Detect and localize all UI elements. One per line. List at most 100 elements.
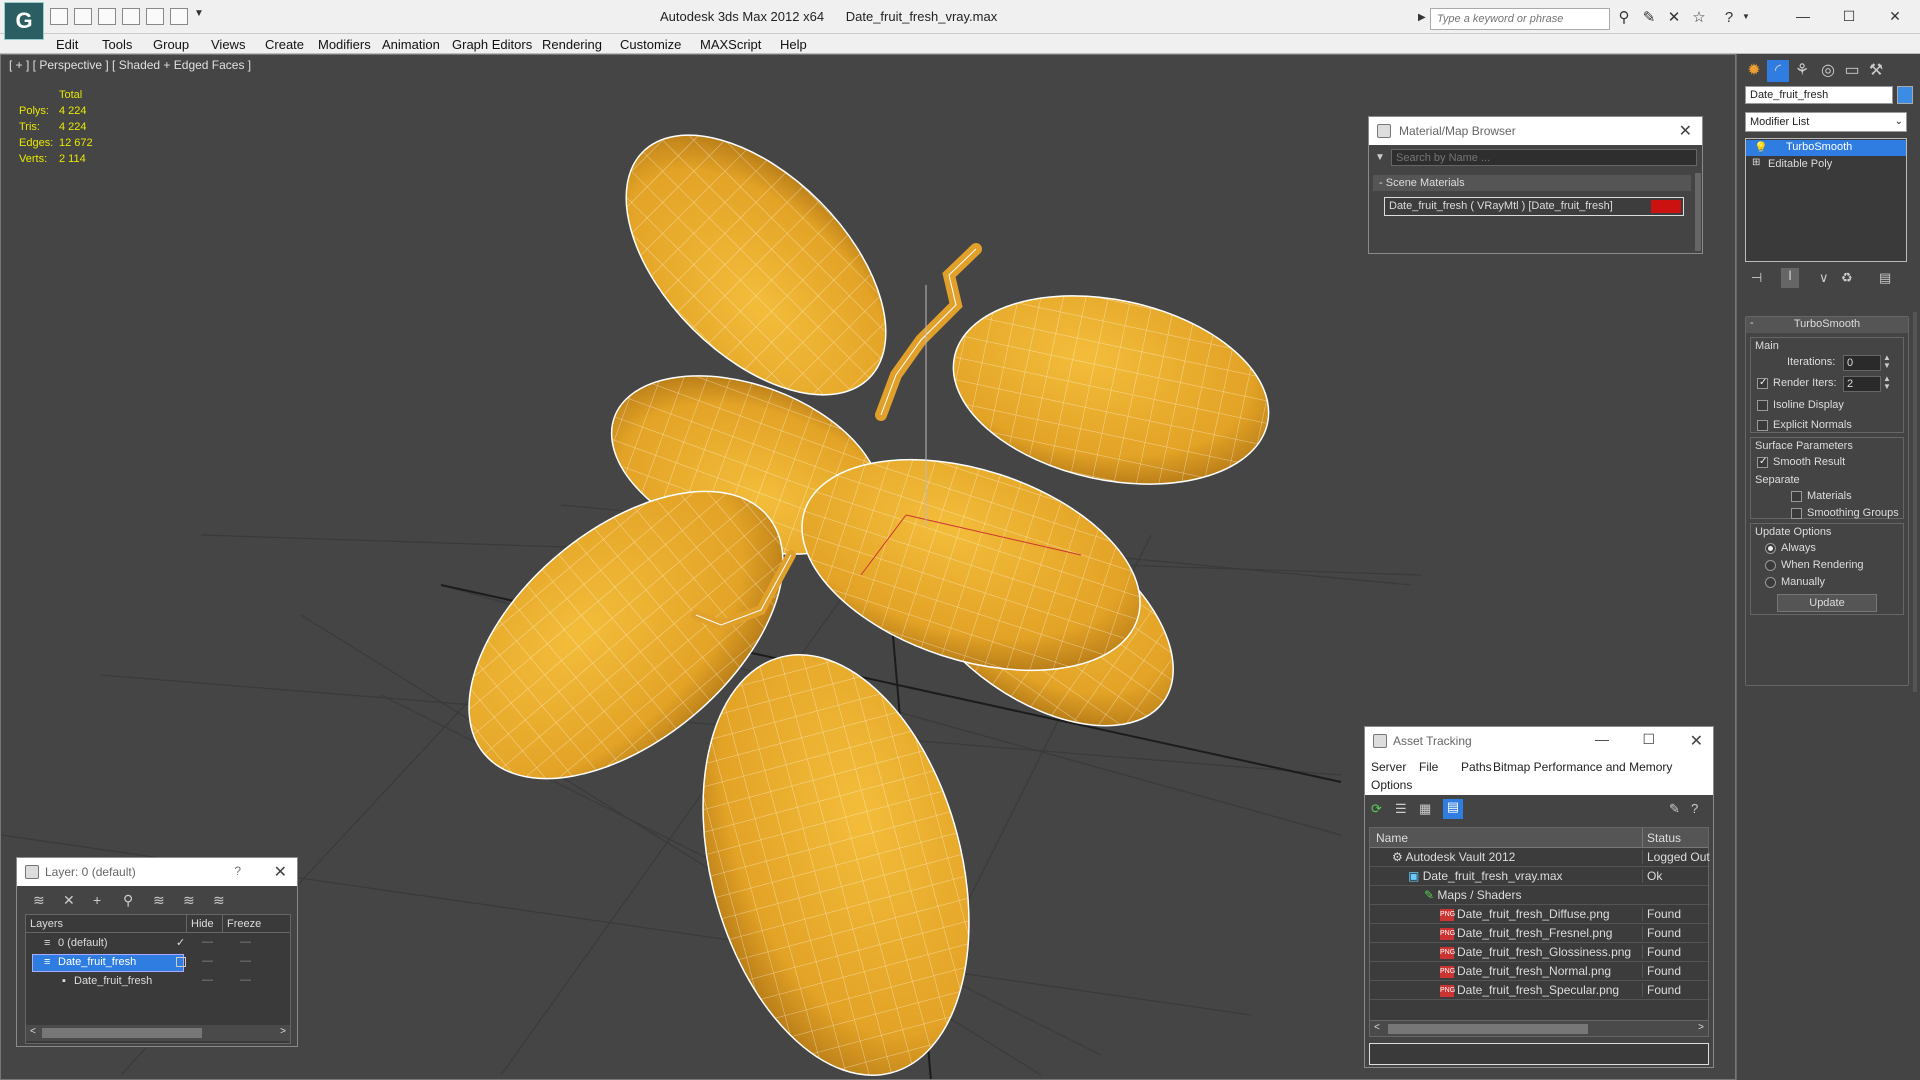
manually-radio[interactable] [1765, 577, 1776, 588]
material-search-input[interactable] [1391, 149, 1697, 166]
close-icon[interactable]: ✕ [1690, 731, 1703, 751]
scroll-left-icon[interactable]: < [30, 1026, 36, 1037]
menu-customize[interactable]: Customize [620, 37, 681, 52]
motion-tab-icon[interactable]: ◎ [1817, 60, 1839, 82]
menu-group[interactable]: Group [153, 37, 189, 52]
layer-row-default[interactable]: ≡ 0 (default) ✓ — — [26, 935, 290, 953]
search-input[interactable] [1430, 8, 1610, 30]
subscription-icon[interactable]: ✎ [1640, 9, 1658, 27]
menu-help[interactable]: Help [780, 37, 807, 52]
app-menu-button[interactable]: G [4, 2, 44, 40]
scroll-right-icon[interactable]: > [1698, 1022, 1704, 1033]
menu-options[interactable]: Options [1371, 778, 1412, 792]
when-rendering-radio[interactable] [1765, 560, 1776, 571]
layer-row-selected[interactable]: ≡ Date_fruit_fresh — — [26, 954, 290, 972]
smoothing-groups-checkbox[interactable] [1791, 508, 1802, 519]
hide-toggle[interactable]: — [202, 936, 213, 948]
stack-item-editable-poly[interactable]: ⊞ Editable Poly [1746, 157, 1906, 173]
iterations-spinner[interactable]: 0 [1843, 355, 1881, 371]
asset-path-field[interactable] [1369, 1043, 1709, 1065]
menu-create[interactable]: Create [265, 37, 304, 52]
freeze-toggle[interactable]: — [240, 974, 251, 986]
always-radio[interactable] [1765, 543, 1776, 554]
menu-server[interactable]: Server [1371, 760, 1406, 774]
modifier-list-dropdown[interactable]: Modifier List ⌄ [1745, 112, 1907, 132]
search-expand-icon[interactable]: ▶ [1418, 12, 1426, 23]
freeze-toggle[interactable]: — [240, 936, 251, 948]
hierarchy-tab-icon[interactable]: ⚘ [1791, 60, 1813, 82]
smooth-result-checkbox[interactable] [1757, 456, 1768, 468]
undo-icon[interactable] [122, 8, 140, 25]
layer-object-row[interactable]: ▪ Date_fruit_fresh — — [26, 973, 290, 991]
table-row[interactable]: ✎ Maps / Shaders [1370, 886, 1710, 905]
hide-all-icon[interactable]: ≋ [183, 892, 195, 909]
menu-file[interactable]: File [1419, 760, 1438, 774]
menu-graph-editors[interactable]: Graph Editors [452, 37, 532, 52]
menu-animation[interactable]: Animation [382, 37, 440, 52]
col-status[interactable]: Status [1642, 828, 1685, 848]
refresh-icon[interactable]: ⟳ [1371, 801, 1387, 817]
table-row[interactable]: PNG Date_fruit_fresh_Diffuse.png Found [1370, 905, 1710, 924]
materials-checkbox[interactable] [1791, 491, 1802, 502]
maximize-icon[interactable]: ☐ [1832, 4, 1866, 28]
stack-item-turbosmooth[interactable]: 💡 TurboSmooth [1746, 140, 1906, 156]
binoculars-icon[interactable]: ⚲ [1615, 9, 1633, 27]
spinner-arrows-icon[interactable]: ▲ ▼ [1883, 375, 1891, 391]
layer-manager-titlebar[interactable]: Layer: 0 (default) ? ✕ [17, 858, 297, 886]
table-row[interactable]: ⚙ Autodesk Vault 2012 Logged Out [1370, 848, 1710, 867]
table-row[interactable]: PNG Date_fruit_fresh_Fresnel.png Found [1370, 924, 1710, 943]
material-entry[interactable]: Date_fruit_fresh ( VRayMtl ) [Date_fruit… [1384, 197, 1684, 216]
update-button[interactable]: Update [1777, 594, 1877, 612]
scroll-right-icon[interactable]: > [280, 1026, 286, 1037]
table-view-icon[interactable]: ▤ [1443, 799, 1463, 819]
close-icon[interactable]: ✕ [274, 862, 287, 882]
select-objects-icon[interactable]: ⚲ [123, 892, 133, 909]
minimize-icon[interactable]: — [1786, 4, 1820, 28]
maximize-icon[interactable]: ☐ [1642, 731, 1655, 748]
help-dropdown-icon[interactable]: ▼ [1742, 12, 1750, 21]
object-color-swatch[interactable] [1897, 86, 1913, 104]
create-layer-icon[interactable]: ≋ [33, 892, 45, 909]
command-panel-scrollbar[interactable] [1913, 312, 1917, 692]
menu-paths[interactable]: Paths [1461, 760, 1492, 774]
render-iters-checkbox[interactable] [1757, 377, 1768, 389]
redo-icon[interactable] [146, 8, 164, 25]
quick-access-dropdown-icon[interactable]: ▼ [194, 8, 204, 19]
col-layers[interactable]: Layers [30, 918, 63, 930]
browser-scrollbar[interactable] [1695, 173, 1701, 251]
remove-modifier-icon[interactable]: ♻ [1841, 270, 1853, 286]
menu-rendering[interactable]: Rendering [542, 37, 602, 52]
spinner-arrows-icon[interactable]: ▲ ▼ [1883, 354, 1891, 370]
menu-edit[interactable]: Edit [56, 37, 78, 52]
display-tab-icon[interactable]: ▭ [1841, 60, 1863, 82]
hide-toggle[interactable]: — [202, 974, 213, 986]
table-row[interactable]: PNG Date_fruit_fresh_Specular.png Found [1370, 981, 1710, 1000]
col-name[interactable]: Name [1376, 831, 1408, 845]
freeze-all-icon[interactable]: ≋ [213, 892, 225, 909]
open-file-icon[interactable] [74, 8, 92, 25]
menu-bitmap-performance[interactable]: Bitmap Performance and Memory [1493, 760, 1672, 774]
pin-stack-icon[interactable]: ⊣ [1751, 270, 1762, 286]
scroll-left-icon[interactable]: < [1374, 1022, 1380, 1033]
hide-toggle[interactable]: — [202, 955, 213, 967]
menu-maxscript[interactable]: MAXScript [700, 37, 761, 52]
project-folder-icon[interactable] [170, 8, 188, 25]
table-row[interactable]: PNG Date_fruit_fresh_Glossiness.png Found [1370, 943, 1710, 962]
asset-tracking-titlebar[interactable]: Asset Tracking — ☐ ✕ [1365, 727, 1713, 755]
material-browser-titlebar[interactable]: Material/Map Browser ✕ [1369, 117, 1702, 145]
modify-tab-icon[interactable]: ◜ [1767, 60, 1789, 82]
browser-options-icon[interactable]: ▼ [1375, 152, 1385, 163]
new-file-icon[interactable] [50, 8, 68, 25]
col-freeze[interactable]: Freeze [222, 915, 265, 933]
highlight-editor-icon[interactable]: ✎ [1669, 801, 1680, 817]
active-layer-check-icon[interactable]: ✓ [176, 936, 185, 949]
communication-center-icon[interactable]: ✕ [1665, 9, 1683, 27]
explicit-normals-checkbox[interactable] [1757, 420, 1768, 431]
save-file-icon[interactable] [98, 8, 116, 25]
favorites-star-icon[interactable]: ☆ [1690, 9, 1708, 27]
isoline-display-checkbox[interactable] [1757, 400, 1768, 411]
close-icon[interactable]: ✕ [1679, 121, 1692, 141]
scroll-thumb[interactable] [1388, 1024, 1588, 1034]
scene-materials-group[interactable]: - Scene Materials [1373, 175, 1691, 191]
set-current-box[interactable] [176, 957, 186, 967]
